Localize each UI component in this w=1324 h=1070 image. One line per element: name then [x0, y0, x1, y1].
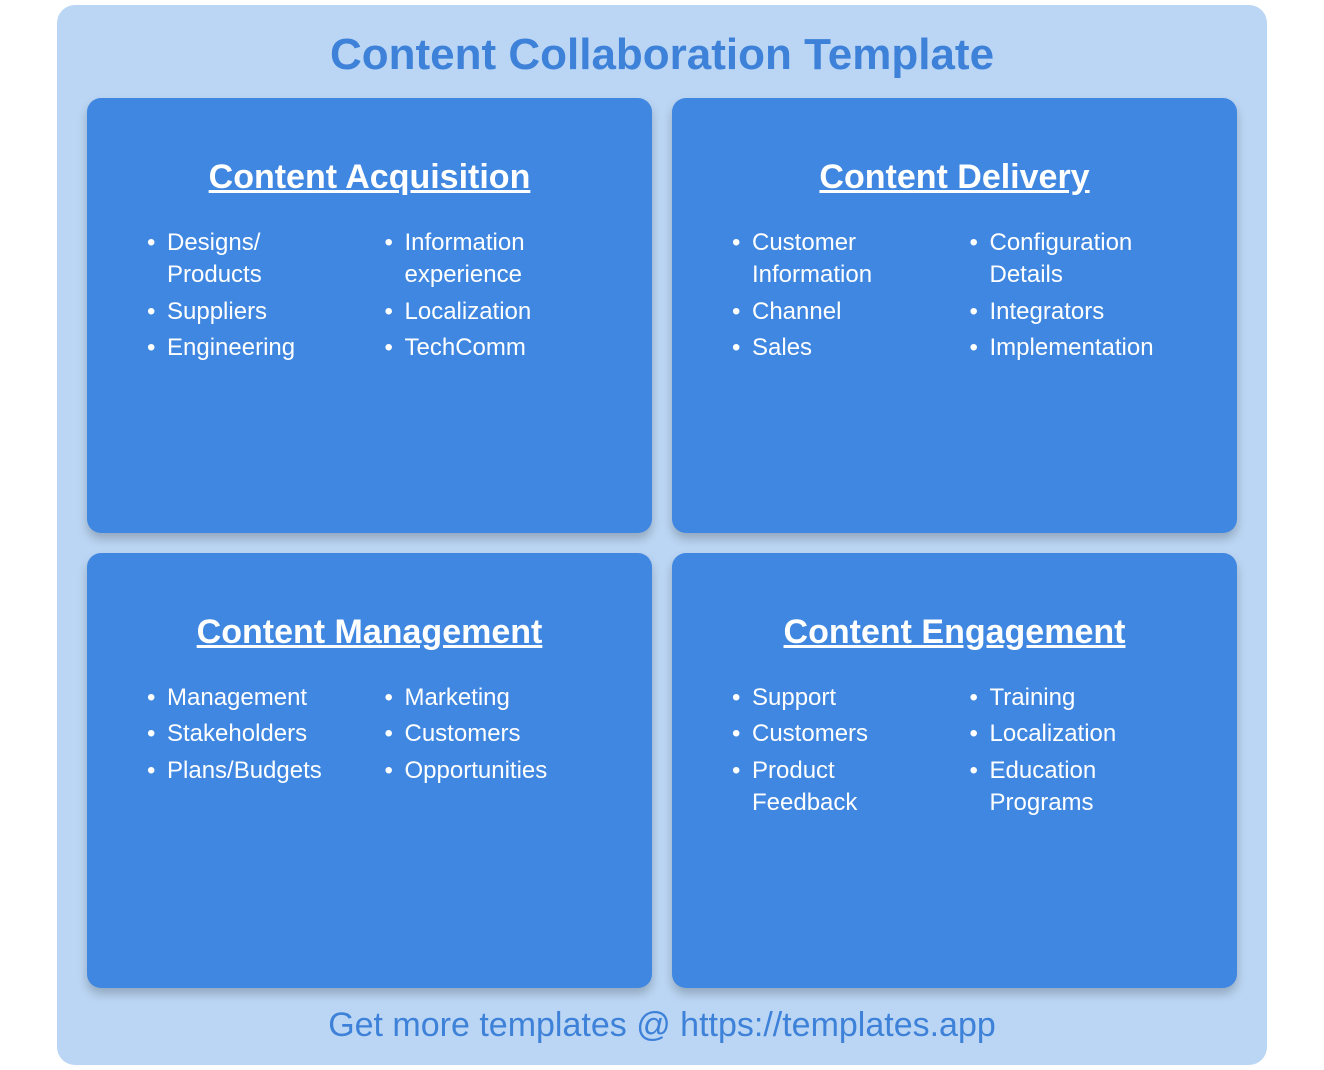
- card-content-delivery: Content Delivery CustomerInformation Cha…: [672, 98, 1237, 533]
- card-col-1: Support Customers ProductFeedback: [732, 682, 950, 824]
- list-item: Marketing: [385, 682, 603, 714]
- list-item: Customers: [732, 718, 950, 750]
- list-item: Plans/Budgets: [147, 755, 365, 787]
- list-item: EducationPrograms: [970, 755, 1188, 820]
- card-col-2: ConfigurationDetails Integrators Impleme…: [970, 227, 1188, 369]
- list-item: Localization: [385, 296, 603, 328]
- list-item: ConfigurationDetails: [970, 227, 1188, 292]
- list-item: Informationexperience: [385, 227, 603, 292]
- list-item: Channel: [732, 296, 950, 328]
- card-columns: Support Customers ProductFeedback Traini…: [722, 682, 1187, 824]
- list-item: Designs/Products: [147, 227, 365, 292]
- card-columns: CustomerInformation Channel Sales Config…: [722, 227, 1187, 369]
- list-item: Integrators: [970, 296, 1188, 328]
- card-col-2: Training Localization EducationPrograms: [970, 682, 1188, 824]
- card-content-management: Content Management Management Stakeholde…: [87, 553, 652, 988]
- card-col-1: Management Stakeholders Plans/Budgets: [147, 682, 365, 791]
- list-item: TechComm: [385, 332, 603, 364]
- card-content-acquisition: Content Acquisition Designs/Products Sup…: [87, 98, 652, 533]
- list-item: Sales: [732, 332, 950, 364]
- list-item: Stakeholders: [147, 718, 365, 750]
- list-item: Management: [147, 682, 365, 714]
- list-item: Support: [732, 682, 950, 714]
- list-item: CustomerInformation: [732, 227, 950, 292]
- list-item: Localization: [970, 718, 1188, 750]
- card-columns: Management Stakeholders Plans/Budgets Ma…: [137, 682, 602, 791]
- footer-text: Get more templates @ https://templates.a…: [87, 1006, 1237, 1045]
- card-col-2: Informationexperience Localization TechC…: [385, 227, 603, 369]
- card-content-engagement: Content Engagement Support Customers Pro…: [672, 553, 1237, 988]
- list-item: Opportunities: [385, 755, 603, 787]
- card-col-1: CustomerInformation Channel Sales: [732, 227, 950, 369]
- card-col-2: Marketing Customers Opportunities: [385, 682, 603, 791]
- list-item: Suppliers: [147, 296, 365, 328]
- card-title: Content Acquisition: [137, 158, 602, 197]
- list-item: ProductFeedback: [732, 755, 950, 820]
- card-title: Content Management: [137, 613, 602, 652]
- card-grid: Content Acquisition Designs/Products Sup…: [87, 98, 1237, 988]
- card-columns: Designs/Products Suppliers Engineering I…: [137, 227, 602, 369]
- list-item: Training: [970, 682, 1188, 714]
- page-title: Content Collaboration Template: [87, 30, 1237, 80]
- card-col-1: Designs/Products Suppliers Engineering: [147, 227, 365, 369]
- list-item: Engineering: [147, 332, 365, 364]
- list-item: Customers: [385, 718, 603, 750]
- card-title: Content Delivery: [722, 158, 1187, 197]
- list-item: Implementation: [970, 332, 1188, 364]
- template-board: Content Collaboration Template Content A…: [57, 5, 1267, 1065]
- card-title: Content Engagement: [722, 613, 1187, 652]
